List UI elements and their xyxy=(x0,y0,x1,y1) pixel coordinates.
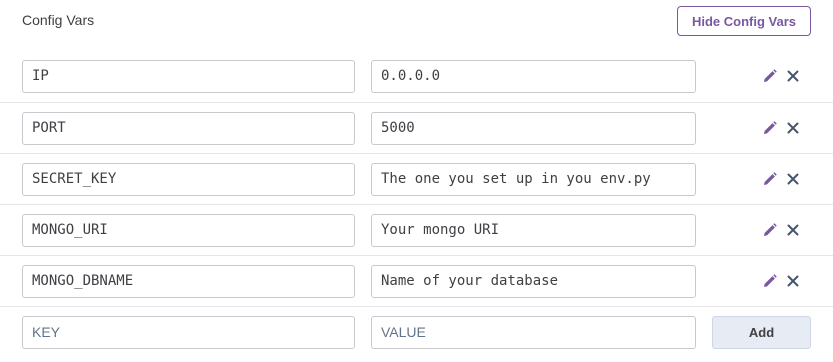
config-var-key-field[interactable]: IP xyxy=(22,60,355,93)
config-var-key-field[interactable]: MONGO_DBNAME xyxy=(22,265,355,298)
close-icon[interactable] xyxy=(784,170,802,188)
config-var-value-field[interactable]: 5000 xyxy=(371,112,696,145)
close-icon[interactable] xyxy=(784,272,802,290)
close-icon[interactable] xyxy=(784,67,802,85)
pencil-icon[interactable] xyxy=(761,221,779,239)
page-title: Config Vars xyxy=(22,12,95,28)
new-key-input[interactable] xyxy=(22,316,355,349)
add-button[interactable]: Add xyxy=(712,316,811,349)
config-var-key-field[interactable]: PORT xyxy=(22,112,355,145)
config-var-value-field[interactable]: The one you set up in you env.py xyxy=(371,163,696,196)
close-icon[interactable] xyxy=(784,119,802,137)
config-var-value-field[interactable]: 0.0.0.0 xyxy=(371,60,696,93)
config-var-row: IP 0.0.0.0 xyxy=(0,51,833,102)
config-var-row: SECRET_KEY The one you set up in you env… xyxy=(0,153,833,204)
config-var-key-field[interactable]: SECRET_KEY xyxy=(22,163,355,196)
config-var-row: MONGO_DBNAME Name of your database xyxy=(0,255,833,306)
pencil-icon[interactable] xyxy=(761,272,779,290)
new-config-var-row: Add xyxy=(0,306,833,357)
config-var-value-field[interactable]: Your mongo URI xyxy=(371,214,696,247)
new-value-input[interactable] xyxy=(371,316,696,349)
config-var-key-field[interactable]: MONGO_URI xyxy=(22,214,355,247)
config-var-row: MONGO_URI Your mongo URI xyxy=(0,204,833,255)
pencil-icon[interactable] xyxy=(761,67,779,85)
hide-config-vars-button[interactable]: Hide Config Vars xyxy=(677,6,811,36)
pencil-icon[interactable] xyxy=(761,170,779,188)
config-var-value-field[interactable]: Name of your database xyxy=(371,265,696,298)
close-icon[interactable] xyxy=(784,221,802,239)
pencil-icon[interactable] xyxy=(761,119,779,137)
config-var-row: PORT 5000 xyxy=(0,102,833,153)
